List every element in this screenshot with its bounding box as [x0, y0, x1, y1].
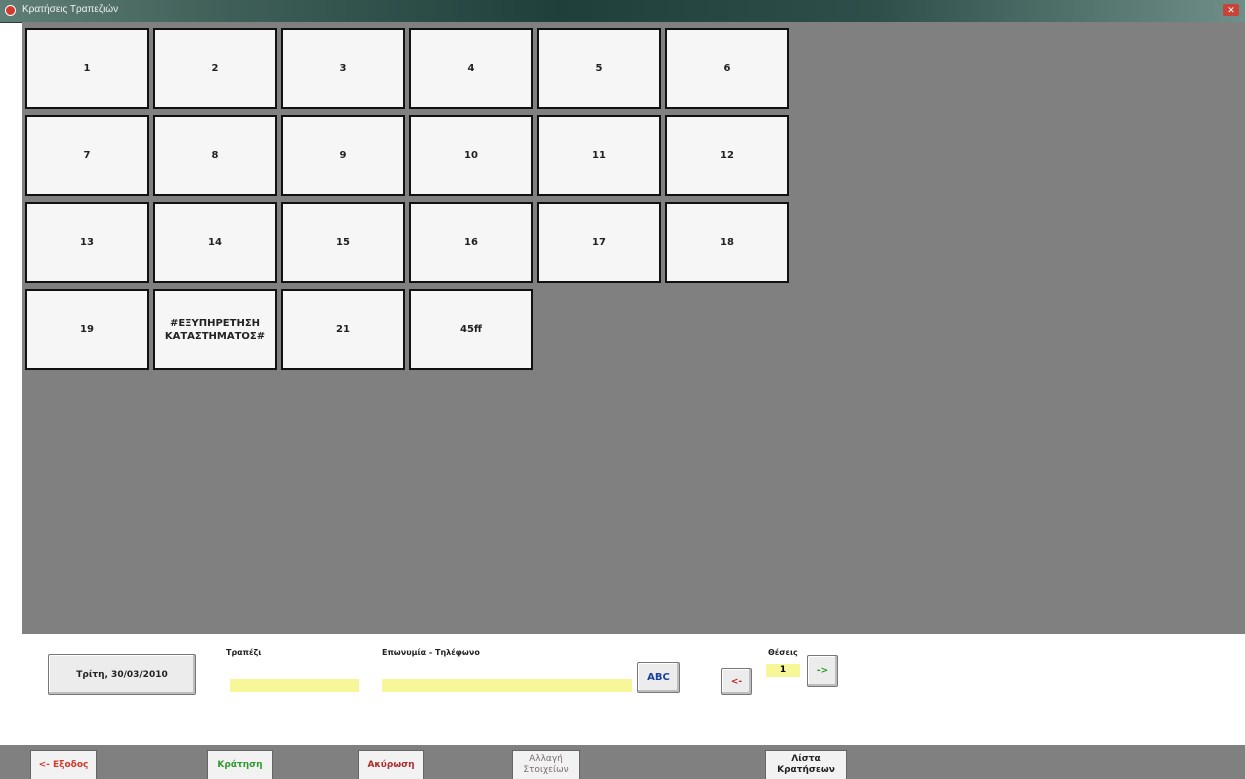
table-button[interactable]: 16	[409, 202, 533, 283]
left-arrow-icon: <-	[730, 676, 743, 687]
table-button[interactable]: 11	[537, 115, 661, 196]
reservation-panel: Τρίτη, 30/03/2010 Τραπέζι Επωνυμία - Τηλ…	[22, 634, 1245, 745]
close-button[interactable]: ✕	[1223, 4, 1239, 16]
window-title: Κρατήσεις Τραπεζιών	[22, 4, 119, 15]
tables-area: 1 2 3 4 5 6 7 8 9 10 11 12 13 14 15 16 17 18 19 #ΕΞΥΠΗΡΕΤΗΣ…	[22, 22, 1245, 634]
table-button[interactable]: 15	[281, 202, 405, 283]
table-button[interactable]: 4	[409, 28, 533, 109]
table-button[interactable]: 18	[665, 202, 789, 283]
title-bar: Κρατήσεις Τραπεζιών ✕	[0, 0, 1245, 23]
table-button[interactable]: 13	[25, 202, 149, 283]
table-button[interactable]: 12	[665, 115, 789, 196]
reserve-button[interactable]: Κράτηση	[207, 750, 273, 779]
table-button[interactable]: 2	[153, 28, 277, 109]
table-button[interactable]: 17	[537, 202, 661, 283]
table-button[interactable]: #ΕΞΥΠΗΡΕΤΗΣΗ ΚΑΤΑΣΤΗΜΑΤΟΣ#	[153, 289, 277, 370]
right-arrow-icon: ->	[816, 666, 829, 676]
table-field[interactable]	[230, 679, 359, 692]
table-button[interactable]: 6	[665, 28, 789, 109]
table-button[interactable]: 10	[409, 115, 533, 196]
exit-button[interactable]: <- Εξοδος	[30, 750, 97, 779]
seats-decrease-button[interactable]: <-	[721, 668, 752, 695]
app-icon	[5, 5, 16, 16]
table-button[interactable]: 19	[25, 289, 149, 370]
table-button[interactable]: 1	[25, 28, 149, 109]
reservation-list-button[interactable]: Λίστα Κρατήσεων	[765, 750, 847, 779]
table-button[interactable]: 8	[153, 115, 277, 196]
seats-label: Θέσεις	[768, 648, 798, 657]
table-button[interactable]: 3	[281, 28, 405, 109]
abc-button-label: ABC	[647, 672, 670, 683]
table-label: Τραπέζι	[226, 648, 262, 657]
change-data-button[interactable]: Αλλαγή Στοιχείων	[512, 750, 580, 779]
table-button[interactable]: 21	[281, 289, 405, 370]
date-button[interactable]: Τρίτη, 30/03/2010	[48, 654, 196, 695]
seats-increase-button[interactable]: ->	[807, 655, 838, 687]
seats-value[interactable]: 1	[766, 664, 800, 677]
cancel-button[interactable]: Ακύρωση	[358, 750, 424, 779]
name-phone-label: Επωνυμία - Τηλέφωνο	[382, 648, 480, 657]
table-button[interactable]: 9	[281, 115, 405, 196]
table-button[interactable]: 5	[537, 28, 661, 109]
footer-toolbar: <- Εξοδος Κράτηση Ακύρωση Αλλαγή Στοιχεί…	[0, 745, 1245, 779]
table-button[interactable]: 14	[153, 202, 277, 283]
abc-keyboard-button[interactable]: ABC	[637, 662, 680, 693]
table-button[interactable]: 45ff	[409, 289, 533, 370]
name-phone-field[interactable]	[382, 679, 632, 692]
table-button[interactable]: 7	[25, 115, 149, 196]
